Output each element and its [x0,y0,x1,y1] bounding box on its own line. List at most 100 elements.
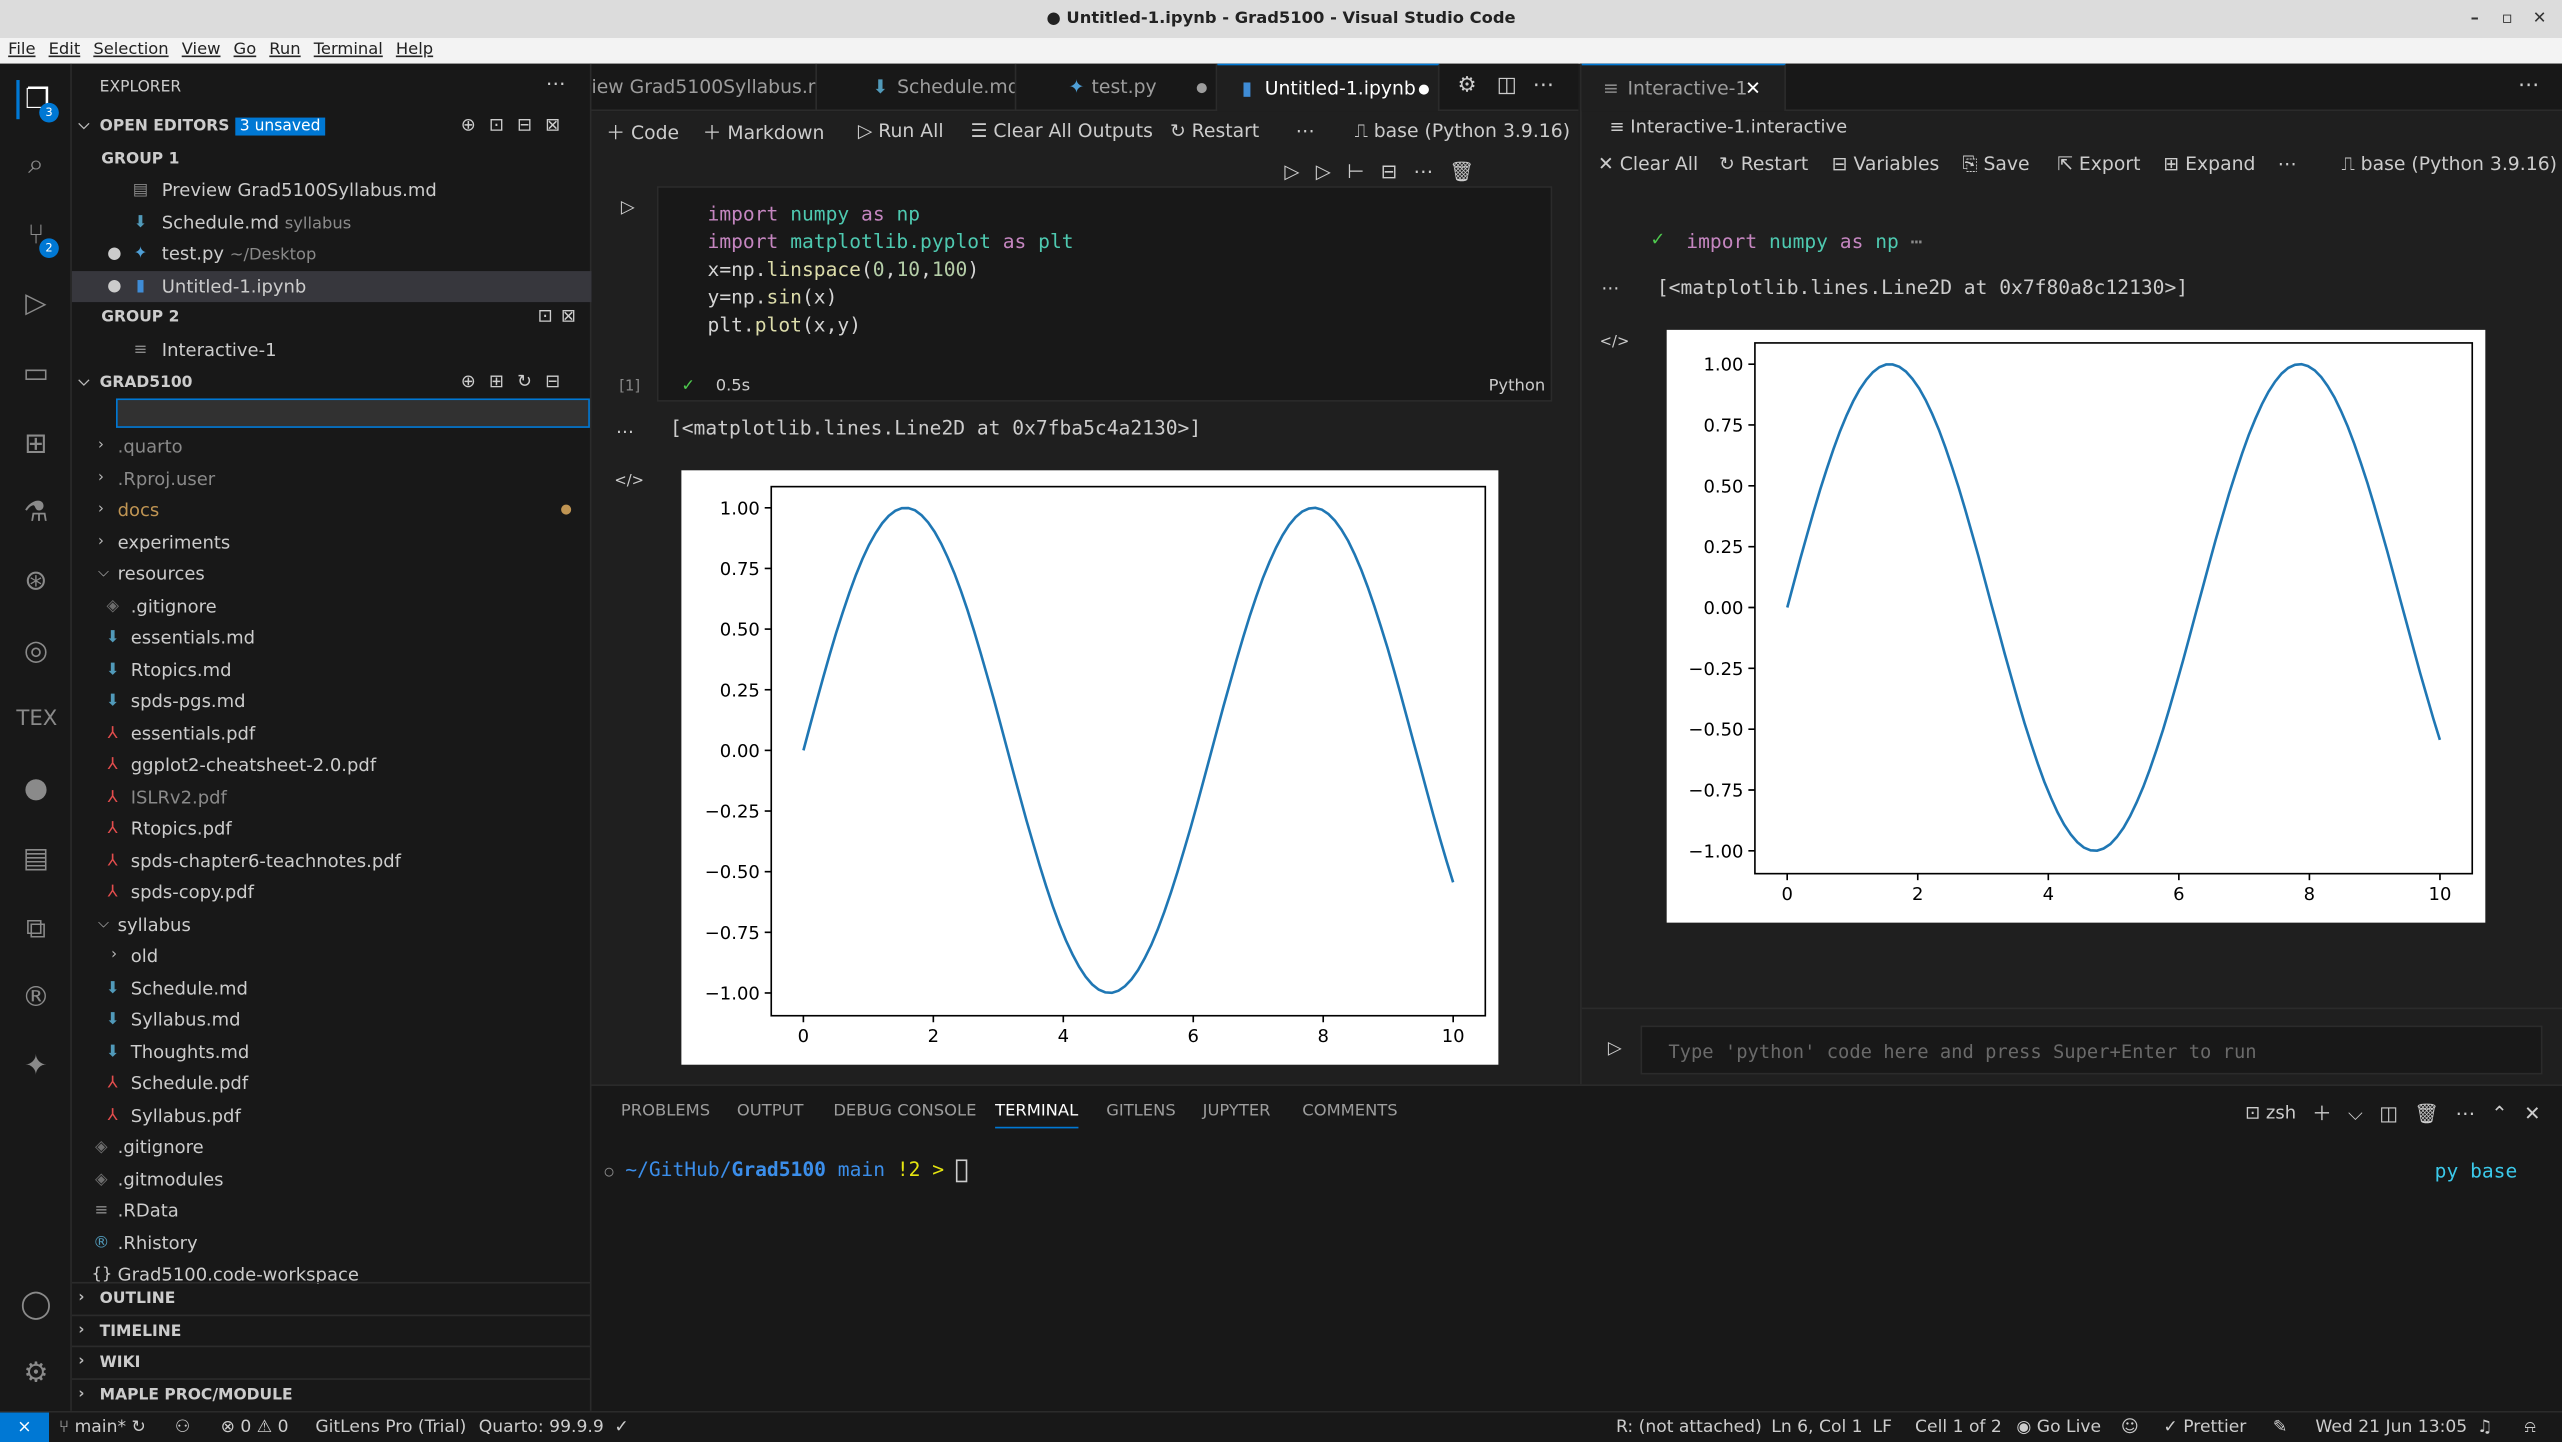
cell-status[interactable]: Cell 1 of 2 [1915,1413,2002,1442]
open-editor-item-active[interactable]: ● ▮ Untitled-1.ipynb [71,271,592,303]
check-icon[interactable]: ✓ [614,1413,628,1442]
breadcrumb[interactable]: ≡ Interactive-1.interactive [1609,116,1847,137]
tab-schedule[interactable]: ⬇ Schedule.md [817,63,1017,112]
tree-item[interactable]: › old [72,941,592,972]
tree-item[interactable]: › .Rproj.user [72,463,592,494]
wiki-section[interactable]: › WIKI [71,1345,592,1377]
remote-icon[interactable]: ⨯ [0,1412,50,1442]
output-more-icon[interactable]: ⋯ [1601,278,1619,299]
save-button[interactable]: ⎘ Save [1962,152,2029,176]
interactive-code-line[interactable]: import numpy as np ⋯ [1686,229,1922,257]
tree-item[interactable]: ⬇ Thoughts.md [72,1036,592,1067]
gitlens-status[interactable]: GitLens Pro (Trial) [315,1413,466,1442]
menu-run[interactable]: Run [269,38,300,64]
kernel-picker[interactable]: ⎍ base (Python 3.9.16) [2342,152,2557,176]
tab-debug-console[interactable]: DEBUG CONSOLE [833,1102,976,1120]
cell-language[interactable]: Python [1489,377,1546,395]
tab-preview-syllabus[interactable]: iew Grad5100Syllabus.md [592,63,817,112]
expand-button[interactable]: ⊞ Expand [2163,152,2255,175]
maple-section[interactable]: › MAPLE PROC/MODULE [71,1378,592,1409]
tree-item[interactable]: ⅄ spds-copy.pdf [72,877,592,908]
tree-item[interactable]: ⬇ essentials.md [72,622,592,653]
menu-help[interactable]: Help [396,38,433,64]
tree-item[interactable]: ⅄ ISLRv2.pdf [72,781,592,812]
problems-indicator[interactable]: ⊗ 0 ⚠ 0 [221,1413,289,1442]
feedback-icon[interactable]: ✎ [2273,1413,2287,1442]
menu-file[interactable]: File [8,38,35,64]
minimize-icon[interactable]: – [2471,0,2479,38]
open-editor-item[interactable]: ● ✦ test.py ~/Desktop [72,238,592,269]
tree-item[interactable]: ⌵ syllabus [72,909,592,940]
open-editors-actions[interactable]: ⊕⊡⊟⊠ [461,114,574,135]
tab-untitled-notebook[interactable]: ▮ Untitled-1.ipynb ● [1217,63,1440,112]
more-icon[interactable]: ⋯ [2518,73,2539,97]
restart-button[interactable]: ↻ Restart [1170,119,1259,142]
cursor-position[interactable]: Ln 6, Col 1 [1771,1413,1862,1442]
gitlens-icon[interactable]: ◎ [16,632,55,671]
menu-selection[interactable]: Selection [93,38,168,64]
split-editor-icon[interactable]: ◫ [1497,73,1517,97]
add-markdown-button[interactable]: ＋ Markdown [703,119,825,145]
clear-all-button[interactable]: ✕ Clear All [1598,152,1698,175]
code-cell[interactable]: import numpy as np import matplotlib.pyp… [656,186,1553,402]
run-cell-icon[interactable]: ▷ [621,196,635,217]
eol-status[interactable]: LF [1873,1413,1892,1442]
tree-item[interactable]: ® .Rhistory [72,1227,592,1258]
output-more-icon[interactable]: ⋯ [616,421,634,442]
python-icon[interactable]: ✦ [16,1047,55,1086]
open-editor-item[interactable]: ≡ Interactive-1 [72,335,592,366]
go-live-button[interactable]: ◉ Go Live [2016,1413,2101,1442]
remote-explorer-icon[interactable]: ▭ [16,354,55,393]
tree-item[interactable]: ⅄ ggplot2-cheatsheet-2.0.pdf [72,750,592,781]
run-input-icon[interactable]: ▷ [1608,1037,1622,1058]
tree-item[interactable]: ⅄ Syllabus.pdf [72,1100,592,1131]
tree-item[interactable]: ⬇ Schedule.md [72,972,592,1003]
tree-item[interactable]: ⬇ Rtopics.md [72,654,592,685]
bell-icon[interactable]: ♫ [2477,1413,2492,1442]
tex-icon[interactable]: TEX [16,701,57,740]
workspace-actions[interactable]: ⊕⊞↻⊟ [461,371,574,392]
copilot-icon[interactable]: ☺ [2121,1413,2139,1442]
quarto-status[interactable]: Quarto: 99.9.9 [479,1413,604,1442]
tab-problems[interactable]: PROBLEMS [621,1102,710,1120]
tree-item[interactable]: ≡ .RData [72,1195,592,1226]
gitlens-status-icon[interactable]: ⚇ [175,1413,190,1442]
tab-terminal[interactable]: TERMINAL [995,1102,1079,1129]
tree-item[interactable]: › .quarto [72,431,592,462]
timeline-section[interactable]: › TIMELINE [71,1314,592,1346]
prettier-status[interactable]: ✓ Prettier [2163,1413,2246,1442]
more-icon[interactable]: ⋯ [1533,73,1554,97]
variables-button[interactable]: ⊟ Variables [1832,152,1940,175]
export-button[interactable]: ⇱ Export [2057,152,2140,175]
open-editor-item[interactable]: ⬇ Schedule.md syllabus [72,207,592,238]
open-editor-item[interactable]: ▤ Preview Grad5100Syllabus.md [72,175,592,206]
run-all-button[interactable]: ▷ Run All [858,119,944,142]
panel-actions[interactable]: ＋⌵◫🗑⋯⌃✕ [2312,1099,2557,1127]
notifications-icon[interactable]: ⍾ [2525,1413,2536,1442]
extensions-icon[interactable]: ⊞ [16,425,55,464]
tree-item[interactable]: ⅄ Schedule.pdf [72,1068,592,1099]
more-actions-icon[interactable]: ⋯ [546,72,566,95]
close-icon[interactable]: ✕ [2533,0,2547,38]
account-icon[interactable]: ◯ [16,1285,55,1324]
git-graph-icon[interactable]: ⊛ [16,562,55,601]
menu-go[interactable]: Go [234,38,257,64]
restart-button[interactable]: ↻ Restart [1719,152,1808,175]
tree-item[interactable]: ⌵ resources [72,558,592,589]
terminal-shell[interactable]: ⊡ zsh [2245,1102,2296,1123]
tree-item[interactable]: ⬇ spds-pgs.md [72,686,592,717]
code-editor[interactable]: import numpy as np import matplotlib.pyp… [708,201,1074,340]
outline-section[interactable]: › OUTLINE [71,1281,592,1313]
gear-icon[interactable]: ⚙ [16,1354,55,1393]
maximize-icon[interactable]: ▫ [2502,0,2513,38]
tree-item[interactable]: ◈ .gitignore [72,590,592,621]
gear-icon[interactable]: ⚙ [1458,73,1477,97]
add-code-button[interactable]: ＋ Code [606,119,679,145]
kernel-picker[interactable]: ⎍ base (Python 3.9.16) [1355,119,1570,143]
more-icon[interactable]: ⋯ [1296,119,1315,142]
tree-item[interactable]: ⅄ essentials.pdf [72,718,592,749]
tab-gitlens[interactable]: GITLENS [1106,1102,1175,1120]
testing-icon[interactable]: ⚗ [16,493,55,532]
tree-item[interactable]: › docs [72,495,592,526]
output-mime-icon[interactable]: </> [614,474,644,490]
